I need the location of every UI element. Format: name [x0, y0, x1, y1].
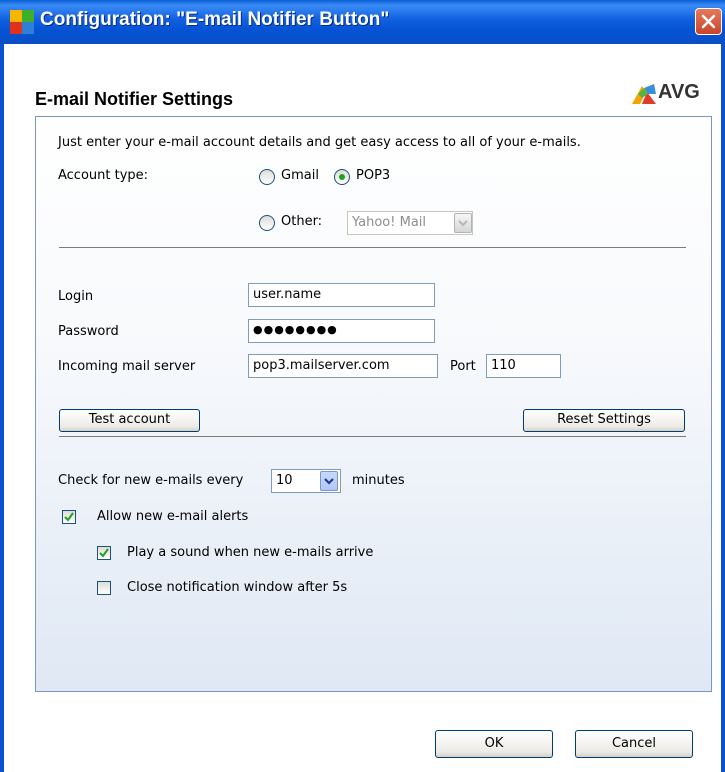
settings-panel: Just enter your e-mail account details a… — [35, 116, 712, 692]
play-sound-label[interactable]: Play a sound when new e-mails arrive — [127, 545, 373, 560]
close-icon — [701, 14, 716, 29]
allow-alerts-label[interactable]: Allow new e-mail alerts — [97, 509, 248, 524]
play-sound-checkbox[interactable] — [97, 546, 111, 560]
check-interval-dropdown[interactable] — [320, 471, 338, 491]
section-divider-2 — [59, 436, 686, 437]
title-bar[interactable]: Configuration: "E-mail Notifier Button" — [0, 0, 725, 44]
gmail-label[interactable]: Gmail — [281, 168, 319, 183]
password-label: Password — [58, 324, 119, 339]
other-radio[interactable] — [259, 215, 275, 231]
avg-logo-text: AVG — [658, 81, 700, 103]
intro-text: Just enter your e-mail account details a… — [58, 135, 581, 150]
server-label: Incoming mail server — [58, 359, 196, 374]
server-input[interactable]: pop3.mailserver.com — [248, 354, 438, 378]
reset-settings-button[interactable]: Reset Settings — [523, 409, 685, 432]
configuration-window: Configuration: "E-mail Notifier Button" … — [0, 0, 725, 772]
check-interval-value: 10 — [276, 473, 293, 488]
checkmark-icon — [99, 548, 109, 558]
avg-logo: AVG — [632, 81, 714, 109]
dialog-body: E-mail Notifier Settings AVG Just enter … — [4, 44, 721, 772]
radio-selected-dot — [339, 174, 345, 180]
port-input[interactable]: 110 — [486, 354, 561, 378]
cancel-button[interactable]: Cancel — [575, 730, 693, 758]
checkmark-icon — [64, 512, 74, 522]
chevron-down-icon — [458, 220, 468, 227]
window-title: Configuration: "E-mail Notifier Button" — [40, 9, 390, 30]
login-input[interactable]: user.name — [248, 283, 435, 307]
chevron-down-icon — [324, 478, 334, 485]
ok-button[interactable]: OK — [435, 730, 553, 758]
test-account-button[interactable]: Test account — [59, 409, 200, 432]
pop3-radio[interactable] — [334, 169, 350, 185]
port-label: Port — [450, 359, 476, 374]
close-button[interactable] — [695, 8, 722, 35]
password-input[interactable]: ●●●●●●●● — [248, 319, 435, 343]
pop3-label[interactable]: POP3 — [356, 168, 390, 183]
page-title: E-mail Notifier Settings — [35, 89, 234, 109]
other-label[interactable]: Other: — [281, 214, 322, 229]
account-type-label: Account type: — [58, 168, 149, 183]
other-provider-value: Yahoo! Mail — [352, 215, 427, 230]
other-provider-dropdown — [454, 213, 472, 233]
check-interval-label: Check for new e-mails every — [58, 473, 244, 488]
gmail-radio[interactable] — [259, 169, 275, 185]
login-label: Login — [58, 289, 94, 304]
avg-app-icon — [10, 10, 34, 34]
allow-alerts-checkbox[interactable] — [62, 510, 76, 524]
avg-logo-icon — [632, 84, 656, 104]
close-notification-label[interactable]: Close notification window after 5s — [127, 580, 347, 595]
section-divider — [59, 247, 686, 248]
minutes-label: minutes — [352, 473, 405, 488]
window-frame-right — [721, 44, 725, 772]
close-notification-checkbox[interactable] — [97, 581, 111, 595]
